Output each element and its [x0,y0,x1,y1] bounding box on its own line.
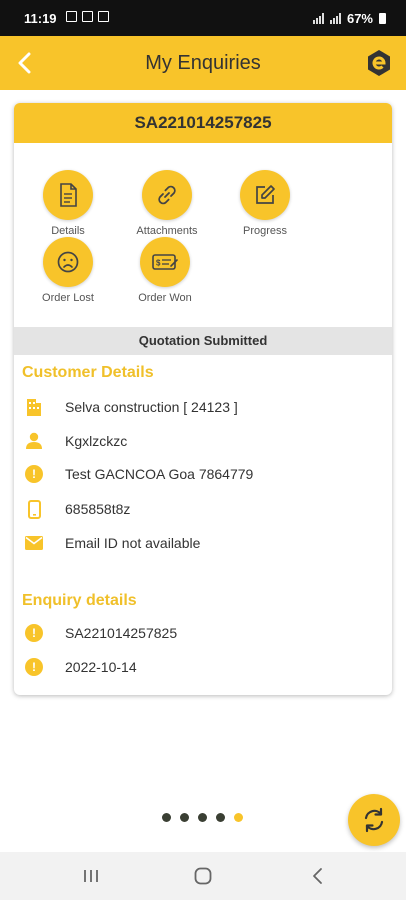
enquiry-number-row: ! SA221014257825 [24,621,177,645]
customer-phone: 685858t8z [65,501,131,517]
svg-text:$: $ [156,259,161,268]
system-back-button[interactable] [306,864,330,888]
enquiry-number: SA221014257825 [65,625,178,641]
customer-phone-row: 685858t8z [24,497,130,521]
status-bar: 11:19 67% [0,0,406,36]
gallery-icon [66,11,77,22]
home-icon [194,867,212,885]
customer-company-row: Selva construction [ 24123 ] [24,395,238,419]
order-lost-label: Order Lost [42,292,94,304]
order-lost-button[interactable]: Order Lost [23,237,113,304]
page-indicator [162,813,243,822]
system-nav-bar [0,852,406,900]
attachments-label: Attachments [136,225,198,237]
battery-icon [379,13,386,24]
link-icon [142,170,192,220]
app-header: My Enquiries [0,36,406,90]
enquiry-card: SA221014257825 Details Attachments Progr… [14,103,392,695]
info-icon: ! [24,623,44,643]
enquiry-date: 2022-10-14 [65,659,137,675]
customer-email-row: Email ID not available [24,531,200,555]
customer-details-title: Customer Details [22,364,154,381]
customer-email: Email ID not available [65,535,201,551]
enquiry-details-title: Enquiry details [22,592,137,609]
info-icon: ! [24,657,44,677]
progress-label: Progress [242,225,288,237]
enquiry-date-row: ! 2022-10-14 [24,655,137,679]
info-icon: ! [24,464,44,484]
details-label: Details [51,225,85,237]
data-saver-icon [98,11,109,22]
refresh-button[interactable] [348,794,400,846]
signal-icon-secondary [329,13,341,24]
customer-company: Selva construction [ 24123 ] [65,399,238,415]
customer-address: Test GACNCOA Goa 7864779 [65,466,254,482]
page-dot-active[interactable] [234,813,243,822]
order-won-label: Order Won [138,292,192,304]
system-icons: 67% [312,11,386,26]
edit-icon [240,170,290,220]
enquiry-id: SA221014257825 [14,103,392,143]
recent-apps-button[interactable] [79,864,103,888]
sad-face-icon [43,237,93,287]
attachments-button[interactable]: Attachments [122,170,212,237]
person-icon [24,431,44,451]
page-title: My Enquiries [145,52,261,74]
signal-icon [312,13,324,24]
calendar-icon [82,11,93,22]
cheque-icon: $ [140,237,190,287]
mail-icon [24,533,44,553]
notification-icons [66,11,109,22]
recent-apps-icon [84,870,98,882]
battery-percent: 67% [346,11,373,26]
page-dot[interactable] [216,813,225,822]
back-icon [313,868,322,884]
customer-contact-name: Kgxlzckzc [65,433,128,449]
page-dot[interactable] [180,813,189,822]
progress-button[interactable]: Progress [220,170,310,237]
customer-contact-row: Kgxlzckzc [24,429,127,453]
refresh-icon [364,807,384,833]
brand-logo-icon[interactable] [364,48,394,78]
enquiry-status: Quotation Submitted [14,327,392,355]
page-dot[interactable] [198,813,207,822]
status-time: 11:19 [24,11,57,26]
home-button[interactable] [191,864,215,888]
customer-address-row: ! Test GACNCOA Goa 7864779 [24,462,253,486]
details-button[interactable]: Details [23,170,113,237]
order-won-button[interactable]: $ Order Won [120,237,210,304]
page-dot[interactable] [162,813,171,822]
phone-icon [24,499,44,519]
building-icon [24,397,44,417]
document-icon [43,170,93,220]
